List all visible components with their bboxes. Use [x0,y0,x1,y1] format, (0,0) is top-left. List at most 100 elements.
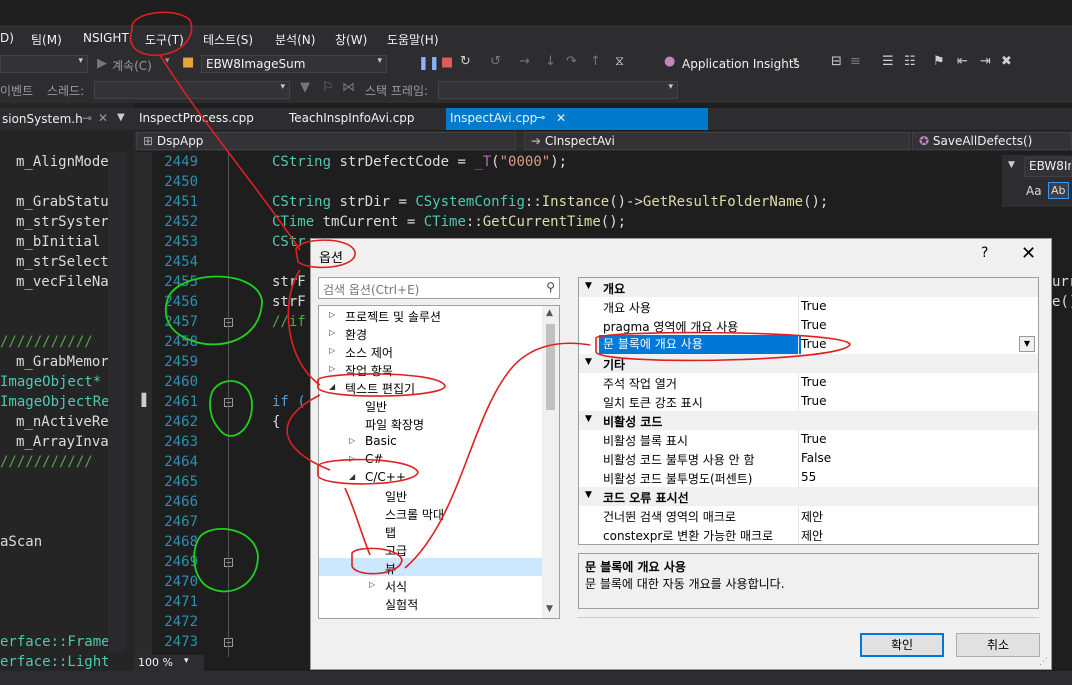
continue-icon[interactable]: ▶ [97,56,107,71]
tab-inspectavi[interactable]: InspectAvi.cpp ⊸ ✕ [446,108,708,130]
tree-item-cpp-general[interactable]: 일반 [319,486,543,504]
category-misc[interactable]: ▼ 기타 [579,354,1038,373]
hide-frames-icon[interactable]: ⋈ [342,80,355,95]
prop-row[interactable]: 주석 작업 열거 True [579,373,1038,392]
left-scrollbar[interactable] [108,152,126,652]
class-combo[interactable]: ➔ CInspectAvi [524,132,910,150]
project-combo[interactable]: ⊞ DspApp [136,132,516,150]
whole-word-icon[interactable]: Ab [1048,182,1069,199]
prop-row-selected[interactable]: 문 블록에 개요 사용 True ▼ [579,335,1038,354]
restart-icon[interactable]: ↻ [460,54,471,69]
category-inactive-code[interactable]: ▼ 비활성 코드 [579,411,1038,430]
chevron-down-icon[interactable]: ▼ [1008,160,1015,170]
clear-bookmarks-icon[interactable]: ✖ [1001,54,1012,69]
step-over-icon[interactable]: → [519,54,530,69]
ok-button[interactable]: 확인 [860,633,944,657]
flag-icon[interactable]: ⚐ [322,80,334,95]
match-case-icon[interactable]: Aa [1026,184,1042,198]
thread-combo[interactable]: ▾ [94,81,290,99]
tree-item-csharp[interactable]: ▷ C# [319,450,543,468]
prop-row[interactable]: 개요 사용 True [579,297,1038,316]
filter-icon[interactable]: ▼ [300,80,310,95]
menu-debug[interactable]: D) [0,31,14,45]
show-next-statement-icon[interactable]: ↺ [490,54,501,69]
tree-item-text-editor[interactable]: ◢ 텍스트 편집기 [319,378,543,396]
menu-nsight[interactable]: NSIGHT [83,31,129,45]
tree-item-scrollbars[interactable]: 스크롤 막대 [319,504,543,522]
startup-project-combo[interactable]: EBW8ImageSum ▾ [201,55,387,73]
category-outline[interactable]: ▼ 개요 [579,278,1038,297]
config-combo[interactable]: ▾ [0,55,88,73]
chevron-down-icon[interactable]: ▼ [546,604,553,614]
stop-icon[interactable]: ■ [441,55,453,70]
threads-icon[interactable]: ⧖ [615,54,624,69]
menu-team[interactable]: 팀(M) [31,31,62,48]
bookmark-icon[interactable]: ⚑ [933,54,945,69]
tree-item-view[interactable]: 뷰 [319,558,543,576]
tree-item-tabs[interactable]: 탭 [319,522,543,540]
chevron-up-icon[interactable]: ▲ [546,308,553,318]
resize-grip-icon[interactable]: ⋰ [1039,657,1048,667]
step-back-icon[interactable]: ↷ [566,54,577,69]
find-input[interactable]: EBW8Im [1024,157,1072,177]
bookmark-list-icon[interactable]: ≡ [850,54,861,69]
scroll-thumb[interactable] [546,324,555,410]
tree-item-experimental[interactable]: 실험적 [319,594,543,612]
menu-test[interactable]: 테스트(S) [203,31,253,48]
tab-inspectprocess[interactable]: InspectProcess.cpp [139,111,254,125]
next-bookmark-icon[interactable]: ⇥ [980,54,991,69]
tree-item-projects[interactable]: ▷ 프로젝트 및 솔루션 [319,306,543,324]
menu-help[interactable]: 도움말(H) [387,31,439,48]
find-results-icon[interactable]: ⊟ [831,54,842,69]
chevron-down-icon[interactable]: ▼ [1019,336,1035,352]
step-into-icon[interactable]: ↓ [545,54,556,69]
pin-icon[interactable]: ⊸ [82,111,92,125]
left-doc-tab[interactable]: sionSystem.h ⊸ ✕ [0,108,134,130]
uncomment-icon[interactable]: ☷ [904,54,916,69]
prop-row[interactable]: 비활성 코드 불투명도(퍼센트) 55 [579,468,1038,487]
tab-list-icon[interactable]: ▼ [117,112,125,123]
menu-window[interactable]: 창(W) [335,31,367,48]
menu-analyze[interactable]: 분석(N) [275,31,315,48]
tree-item-source-control[interactable]: ▷ 소스 제어 [319,342,543,360]
options-search-input[interactable]: 검색 옵션(Ctrl+E) ⚲ [318,277,560,299]
tree-item-cpp[interactable]: ◢ C/C++ [319,468,543,486]
method-combo[interactable]: ✪ SaveAllDefects() [912,132,1072,150]
tree-item-advanced[interactable]: 고급 [319,540,543,558]
tree-scrollbar[interactable]: ▲ ▼ [542,306,559,618]
lightbulb-icon[interactable]: ● [664,54,675,69]
menu-tools[interactable]: 도구(T) [145,31,184,48]
zoom-combo[interactable]: 100 % ▾ [134,655,204,671]
app-insights-button[interactable]: Application Insights [682,57,800,71]
step-out-icon[interactable]: ↑ [590,54,601,69]
prev-bookmark-icon[interactable]: ⇤ [957,54,968,69]
prop-row[interactable]: 비활성 블록 표시 True [579,430,1038,449]
category-squiggles[interactable]: ▼ 코드 오류 표시선 [579,487,1038,506]
prop-row[interactable]: pragma 영역에 개요 사용 True [579,316,1038,335]
prop-row[interactable]: constexpr로 변환 가능한 매크로 제안 [579,525,1038,544]
continue-label[interactable]: 계속(C) [112,57,152,74]
tree-item-formatting[interactable]: ▷ 서식 [319,576,543,594]
thread-label: 스레드: [47,84,85,98]
attach-process-icon[interactable]: ■ [182,55,194,70]
chevron-down-icon[interactable]: ▾ [793,56,798,66]
close-icon[interactable]: ✕ [98,111,108,125]
help-button[interactable]: ? [981,245,988,261]
pin-icon[interactable]: ⊸ [536,111,545,124]
chevron-down-icon[interactable]: ▾ [165,56,170,66]
tree-item-general[interactable]: 일반 [319,396,543,414]
stack-frame-combo[interactable]: ▾ [438,81,678,99]
tab-teachinspinfoavi[interactable]: TeachInspInfoAvi.cpp [289,111,415,125]
tree-item-work-items[interactable]: ▷ 작업 항목 [319,360,543,378]
tree-item-basic[interactable]: ▷ Basic [319,432,543,450]
close-icon[interactable]: ✕ [556,111,566,125]
cancel-button[interactable]: 취소 [956,633,1040,657]
prop-row[interactable]: 건너뛴 검색 영역의 매크로 제안 [579,506,1038,525]
prop-row[interactable]: 일치 토큰 강조 표시 True [579,392,1038,411]
tree-item-file-extension[interactable]: 파일 확장명 [319,414,543,432]
tree-item-environment[interactable]: ▷ 환경 [319,324,543,342]
prop-row[interactable]: 비활성 코드 불투명 사용 안 함 False [579,449,1038,468]
pause-icon[interactable]: ❚❚ [418,56,440,71]
close-button[interactable]: ✕ [1021,243,1036,264]
comment-icon[interactable]: ☰ [882,54,894,69]
